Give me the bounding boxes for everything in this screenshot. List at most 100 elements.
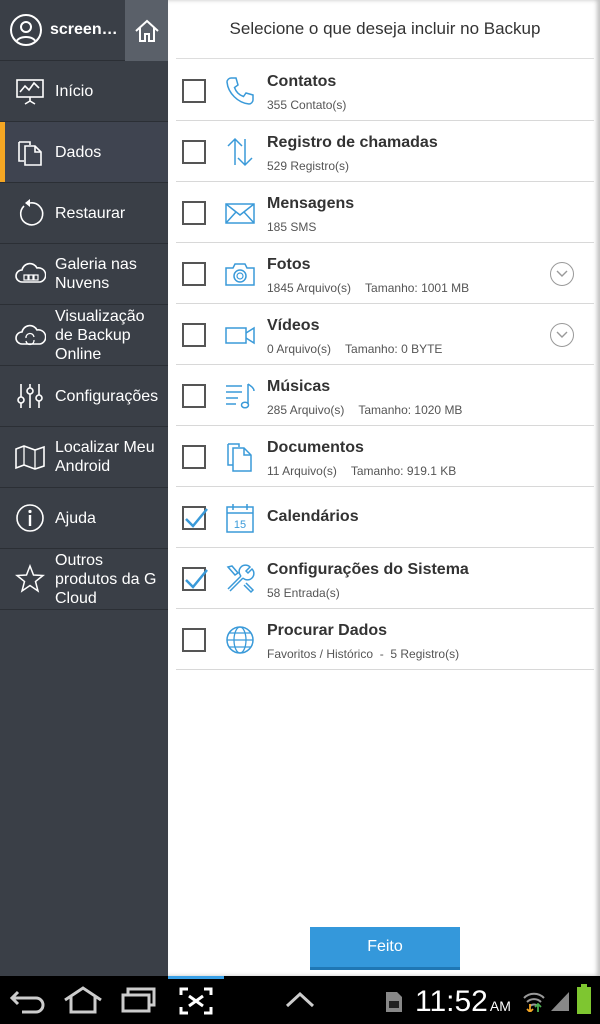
sidebar-item-dados[interactable]: Dados xyxy=(0,122,168,183)
checkmark-icon xyxy=(185,569,208,589)
list-item-videos[interactable]: Vídeos 0 Arquivo(s) Tamanho: 0 BYTE xyxy=(176,304,594,365)
row-title: Procurar Dados xyxy=(267,622,388,639)
sidebar-item-visualizacao[interactable]: Visualização de Backup Online xyxy=(0,305,168,366)
row-subtitle: 529 Registro(s) xyxy=(267,159,350,173)
checkbox[interactable] xyxy=(182,445,206,469)
sidebar-item-label: Configurações xyxy=(55,387,159,405)
chevron-up-icon[interactable] xyxy=(284,990,316,1010)
list-item-configuracoes-sistema[interactable]: Configurações do Sistema 58 Entrada(s) xyxy=(176,548,594,609)
row-subtitle: 185 SMS xyxy=(267,220,317,234)
sidebar-item-configuracoes[interactable]: Configurações xyxy=(0,366,168,427)
list-item-mensagens[interactable]: Mensagens 185 SMS xyxy=(176,182,594,243)
row-title: Registro de chamadas xyxy=(267,134,438,151)
signal-icon xyxy=(551,992,569,1011)
phone-icon xyxy=(224,75,256,107)
document-icon xyxy=(224,441,256,473)
sidebar-item-label: Outros produtos da G Cloud xyxy=(55,551,157,607)
video-camera-icon xyxy=(224,319,256,351)
presentation-chart-icon xyxy=(14,75,46,107)
home-nav-icon[interactable] xyxy=(62,986,104,1014)
battery-icon xyxy=(577,984,591,1014)
list-item-procurar-dados[interactable]: Procurar Dados Favoritos / Histórico - 5… xyxy=(176,609,594,670)
camera-icon xyxy=(224,258,256,290)
checkbox[interactable] xyxy=(182,323,206,347)
map-icon xyxy=(14,441,46,473)
envelope-icon xyxy=(224,197,256,229)
active-indicator xyxy=(168,976,224,979)
list-item-registro-chamadas[interactable]: Registro de chamadas 529 Registro(s) xyxy=(176,121,594,182)
checkbox[interactable] xyxy=(182,384,206,408)
row-subtitle: 0 Arquivo(s) Tamanho: 0 BYTE xyxy=(267,342,443,356)
sidebar-item-outros[interactable]: Outros produtos da G Cloud xyxy=(0,549,168,610)
row-title: Músicas xyxy=(267,378,331,395)
sidebar-item-ajuda[interactable]: Ajuda xyxy=(0,488,168,549)
documents-icon xyxy=(14,136,46,168)
checkbox[interactable] xyxy=(182,201,206,225)
sidebar-item-galeria[interactable]: Galeria nas Nuvens xyxy=(0,244,168,305)
row-title: Documentos xyxy=(267,439,364,456)
list-item-documentos[interactable]: Documentos 11 Arquivo(s) Tamanho: 919.1 K… xyxy=(176,426,594,487)
screenshot-icon[interactable] xyxy=(178,986,214,1016)
sidebar-item-localizar[interactable]: Localizar Meu Android xyxy=(0,427,168,488)
cloud-gallery-icon xyxy=(14,258,46,290)
calendar-icon: 15 xyxy=(224,502,256,534)
page-title: Selecione o que deseja incluir no Backup xyxy=(176,0,594,59)
expand-button[interactable] xyxy=(550,323,574,347)
tools-icon xyxy=(224,563,256,595)
row-title: Configurações do Sistema xyxy=(267,561,469,578)
checkbox[interactable] xyxy=(182,140,206,164)
list-item-fotos[interactable]: Fotos 1845 Arquivo(s) Tamanho: 1001 MB xyxy=(176,243,594,304)
checkmark-icon xyxy=(185,508,208,528)
sidebar: screens… Início Dados Restaurar Galeria … xyxy=(0,0,168,976)
wifi-icon xyxy=(523,992,545,1012)
sidebar-item-label: Galeria nas Nuvens xyxy=(55,256,137,292)
checkbox[interactable] xyxy=(182,262,206,286)
done-button[interactable]: Feito xyxy=(310,927,460,970)
sidebar-item-label: Visualização de Backup Online xyxy=(55,307,145,363)
list-item-contatos[interactable]: Contatos 355 Contato(s) xyxy=(176,60,594,121)
checkbox[interactable] xyxy=(182,628,206,652)
globe-icon xyxy=(224,624,256,656)
row-subtitle: 11 Arquivo(s) Tamanho: 919.1 KB xyxy=(267,464,457,478)
username: screens… xyxy=(50,21,122,38)
profile-bar[interactable]: screens… xyxy=(0,0,168,61)
checkbox[interactable] xyxy=(182,567,208,591)
sidebar-item-inicio[interactable]: Início xyxy=(0,61,168,122)
music-list-icon xyxy=(224,380,256,412)
row-subtitle: 355 Contato(s) xyxy=(267,98,347,112)
star-icon xyxy=(14,563,46,595)
row-title: Contatos xyxy=(267,73,337,90)
back-icon[interactable] xyxy=(8,986,48,1014)
sliders-icon xyxy=(14,380,46,412)
sd-card-icon xyxy=(386,992,402,1012)
up-down-arrows-icon xyxy=(224,136,256,168)
expand-button[interactable] xyxy=(550,262,574,286)
sidebar-item-label: Ajuda xyxy=(55,509,96,527)
row-title: Fotos xyxy=(267,256,311,273)
sidebar-item-restaurar[interactable]: Restaurar xyxy=(0,183,168,244)
sidebar-item-label: Dados xyxy=(55,143,102,161)
row-subtitle: 58 Entrada(s) xyxy=(267,586,340,600)
backup-selection-panel: Selecione o que deseja incluir no Backup… xyxy=(168,0,600,976)
row-subtitle: 285 Arquivo(s) Tamanho: 1020 MB xyxy=(267,403,463,417)
home-icon xyxy=(134,19,159,42)
svg-text:15: 15 xyxy=(234,519,246,531)
row-subtitle: 1845 Arquivo(s) Tamanho: 1001 MB xyxy=(267,281,470,295)
sidebar-item-label: Início xyxy=(55,82,94,100)
row-title: Calendários xyxy=(267,508,359,525)
sidebar-item-label: Localizar Meu Android xyxy=(55,439,155,475)
avatar-icon xyxy=(10,14,42,46)
row-subtitle: Favoritos / Histórico - 5 Registro(s) xyxy=(267,647,460,661)
clock: 11:52 AM xyxy=(415,985,511,1018)
row-title: Mensagens xyxy=(267,195,355,212)
home-button[interactable] xyxy=(125,0,168,61)
row-title: Vídeos xyxy=(267,317,320,334)
cloud-sync-icon xyxy=(14,319,46,351)
checkbox[interactable] xyxy=(182,506,208,530)
restore-icon xyxy=(14,197,46,229)
sidebar-item-label: Restaurar xyxy=(55,204,126,222)
list-item-calendarios[interactable]: 15 Calendários xyxy=(176,487,594,548)
checkbox[interactable] xyxy=(182,79,206,103)
recent-apps-icon[interactable] xyxy=(120,986,158,1014)
list-item-musicas[interactable]: Músicas 285 Arquivo(s) Tamanho: 1020 MB xyxy=(176,365,594,426)
